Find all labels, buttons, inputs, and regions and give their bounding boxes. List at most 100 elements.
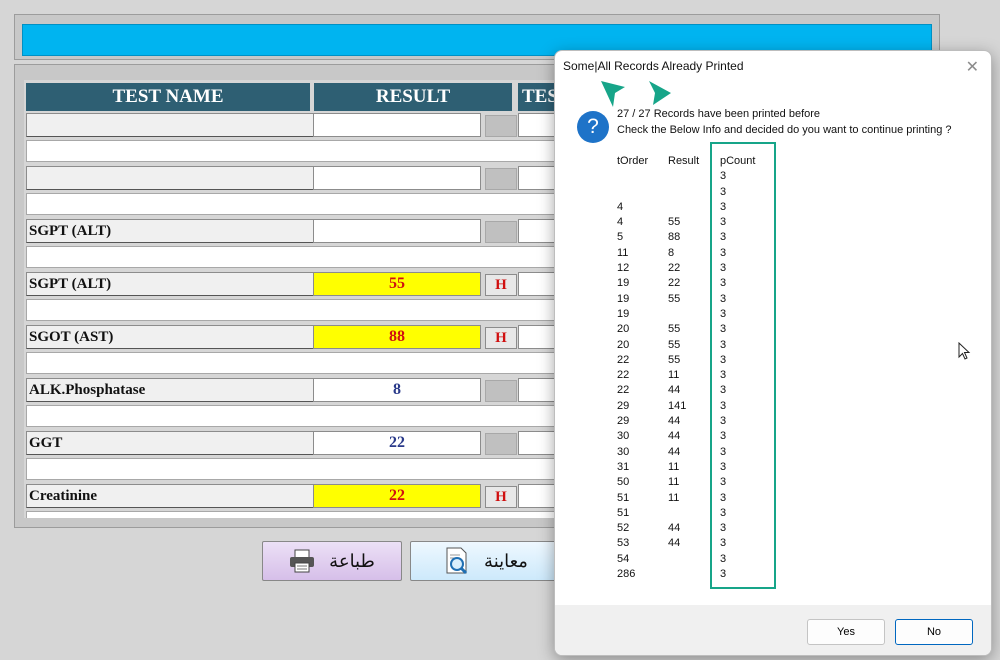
result-header: Result — [668, 155, 700, 167]
torder-value: 286 — [617, 568, 636, 581]
result-value: 22 — [668, 277, 681, 290]
result-value: 55 — [668, 216, 681, 229]
torder-value: 22 — [617, 384, 630, 397]
pointer-arrow-icon — [601, 81, 625, 107]
row-separator — [26, 405, 569, 427]
result-value: 141 — [668, 399, 687, 412]
result-cell[interactable] — [313, 113, 481, 137]
result-cell[interactable]: 22 — [313, 431, 481, 455]
torder-value: 5 — [617, 231, 624, 244]
torder-value: 19 — [617, 307, 630, 320]
header-test-name: TEST NAME — [26, 83, 310, 111]
result-column: Result 55 88 8 22 22 55 55 55 55 11 44 141 44 44 44 11 1… — [668, 154, 700, 549]
table-row — [24, 113, 569, 137]
result-value: 11 — [668, 460, 680, 473]
pointer-arrow-icon — [649, 81, 671, 105]
torder-value: 19 — [617, 292, 630, 305]
flag-cell — [485, 221, 517, 243]
no-button[interactable]: No — [895, 619, 973, 645]
result-value: 44 — [668, 537, 681, 550]
table-row — [24, 166, 569, 190]
torder-value: 19 — [617, 277, 630, 290]
result-value: 11 — [668, 491, 680, 504]
result-value — [668, 169, 699, 184]
row-separator — [26, 140, 569, 162]
print-label: طباعة — [329, 550, 375, 571]
flag-cell — [485, 380, 517, 402]
dialog-message-line1: 27 / 27 Records have been printed before — [617, 108, 821, 120]
row-separator — [26, 511, 569, 518]
result-cell[interactable]: 88 — [313, 325, 481, 349]
result-value: 44 — [668, 384, 681, 397]
flag-cell — [485, 115, 517, 137]
torder-value: 20 — [617, 338, 630, 351]
torder-value: 20 — [617, 323, 630, 336]
torder-value: 4 — [617, 200, 624, 213]
torder-value: 54 — [617, 552, 630, 565]
row-separator — [26, 352, 569, 374]
flag-cell: H — [485, 486, 517, 508]
result-value: 11 — [668, 369, 680, 382]
result-cell[interactable]: 22 — [313, 484, 481, 508]
result-value: 55 — [668, 338, 681, 351]
table-row: Creatinine 22 H — [24, 484, 569, 508]
result-value: 22 — [668, 262, 681, 275]
flag-cell — [485, 168, 517, 190]
result-value: 8 — [668, 246, 675, 259]
test-name-cell: SGPT (ALT) — [26, 272, 314, 296]
torder-value: 12 — [617, 262, 630, 275]
torder-value: 4 — [617, 216, 624, 229]
row-separator — [26, 246, 569, 268]
table-row: SGOT (AST) 88 H — [24, 325, 569, 349]
header-result: RESULT — [314, 83, 512, 111]
torder-value: 30 — [617, 430, 630, 443]
result-value: 55 — [668, 323, 681, 336]
result-value: 44 — [668, 415, 681, 428]
torder-value: 51 — [617, 491, 630, 504]
preview-button[interactable]: معاينة — [410, 541, 562, 581]
dialog-message-line2: Check the Below Info and decided do you … — [617, 124, 952, 136]
results-grid: TEST NAME RESULT TES SGPT (ALT) SGPT (ALT… — [24, 80, 569, 518]
result-cell[interactable]: 8 — [313, 378, 481, 402]
result-value — [668, 567, 699, 582]
yes-button[interactable]: Yes — [807, 619, 885, 645]
pcount-highlight-box — [710, 142, 776, 589]
torder-value: 31 — [617, 460, 630, 473]
result-value — [668, 506, 699, 521]
result-value — [668, 307, 699, 322]
dialog-title: Some|All Records Already Printed — [563, 59, 744, 73]
torder-value — [617, 169, 648, 184]
result-cell[interactable] — [313, 166, 481, 190]
print-button[interactable]: طباعة — [262, 541, 402, 581]
torder-value: 11 — [617, 246, 629, 259]
result-value: 55 — [668, 353, 681, 366]
torder-column: tOrder 4 4 5 11 12 19 19 19 20 20 22 22 22 29 29 30 30 31… — [617, 154, 648, 580]
test-name-cell — [26, 166, 314, 190]
torder-value: 22 — [617, 353, 630, 366]
question-icon: ? — [577, 111, 609, 143]
test-name-cell: SGOT (AST) — [26, 325, 314, 349]
flag-cell: H — [485, 327, 517, 349]
test-name-cell: SGPT (ALT) — [26, 219, 314, 243]
torder-value: 53 — [617, 537, 630, 550]
result-cell[interactable] — [313, 219, 481, 243]
table-row: SGPT (ALT) 55 H — [24, 272, 569, 296]
result-cell[interactable]: 55 — [313, 272, 481, 296]
torder-value: 50 — [617, 476, 630, 489]
test-name-cell — [26, 113, 314, 137]
row-separator — [26, 458, 569, 480]
already-printed-dialog: Some|All Records Already Printed ✕ ? 27 … — [554, 50, 992, 656]
result-value — [668, 552, 699, 567]
test-name-cell: Creatinine — [26, 484, 314, 508]
close-icon[interactable]: ✕ — [966, 57, 979, 77]
preview-label: معاينة — [484, 550, 528, 571]
table-row: ALK.Phosphatase 8 — [24, 378, 569, 402]
magnifier-document-icon — [446, 547, 468, 575]
test-name-cell: GGT — [26, 431, 314, 455]
printer-icon — [290, 549, 315, 573]
flag-cell — [485, 433, 517, 455]
test-name-cell: ALK.Phosphatase — [26, 378, 314, 402]
result-value: 88 — [668, 231, 681, 244]
result-value — [668, 200, 699, 215]
result-value: 55 — [668, 292, 681, 305]
